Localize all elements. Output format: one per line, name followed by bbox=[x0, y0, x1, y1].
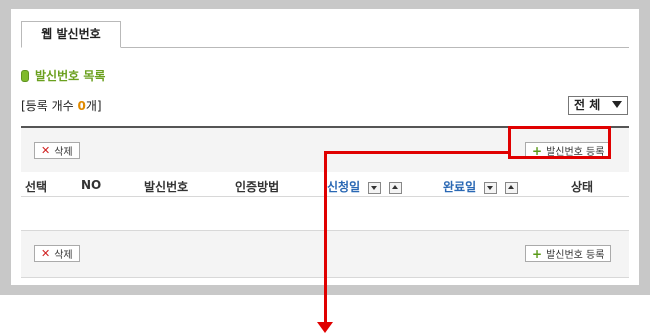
column-header-select: 선택 bbox=[25, 180, 48, 194]
column-header-complete-date[interactable]: 완료일 bbox=[443, 178, 518, 195]
chevron-down-icon bbox=[612, 101, 622, 108]
plus-icon: + bbox=[532, 246, 543, 261]
register-sender-button-bottom[interactable]: + 발신번호 등록 bbox=[525, 245, 612, 262]
arrow-down-icon bbox=[317, 322, 333, 333]
callout-arrow-horizontal bbox=[324, 151, 511, 154]
sort-desc-icon[interactable] bbox=[484, 181, 498, 194]
tab-bar: 웹 발신번호 bbox=[21, 21, 629, 48]
close-icon: ✕ bbox=[41, 247, 51, 260]
delete-label: 삭제 bbox=[54, 250, 73, 261]
delete-button-top[interactable]: ✕ 삭제 bbox=[34, 142, 80, 159]
complete-date-label: 완료일 bbox=[443, 180, 477, 194]
column-header-status: 상태 bbox=[571, 180, 594, 194]
bullet-icon bbox=[21, 69, 29, 82]
request-date-label: 신청일 bbox=[327, 180, 361, 194]
count-prefix: [등록 개수 bbox=[21, 99, 78, 113]
tab-web-sender-number[interactable]: 웹 발신번호 bbox=[21, 21, 121, 48]
registration-count: [등록 개수 0개] bbox=[21, 97, 102, 114]
count-suffix: 개] bbox=[85, 99, 102, 113]
column-header-auth-method: 인증방법 bbox=[235, 180, 280, 194]
column-header-no: NO bbox=[81, 178, 102, 192]
column-header-request-date[interactable]: 신청일 bbox=[327, 178, 402, 195]
column-header-sender-number: 발신번호 bbox=[144, 180, 189, 194]
sort-asc-icon[interactable] bbox=[388, 181, 402, 194]
filter-selected-value: 전 체 bbox=[574, 98, 601, 112]
status-filter-select[interactable]: 전 체 bbox=[568, 96, 628, 115]
register-label: 발신번호 등록 bbox=[546, 250, 605, 261]
close-icon: ✕ bbox=[41, 144, 51, 157]
sort-asc-icon[interactable] bbox=[504, 181, 518, 194]
section-title-text: 발신번호 목록 bbox=[35, 69, 106, 83]
delete-button-bottom[interactable]: ✕ 삭제 bbox=[34, 245, 80, 262]
section-title: 발신번호 목록 bbox=[21, 67, 105, 84]
highlight-box bbox=[508, 126, 611, 159]
delete-label: 삭제 bbox=[54, 147, 73, 158]
count-value: 0 bbox=[77, 99, 86, 113]
sort-desc-icon[interactable] bbox=[368, 181, 382, 194]
callout-arrow-vertical bbox=[324, 151, 327, 324]
